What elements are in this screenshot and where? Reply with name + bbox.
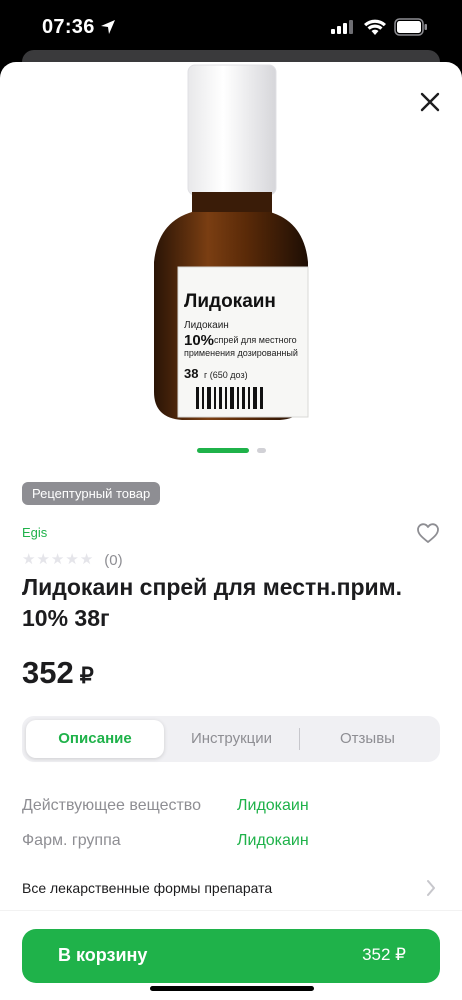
cellular-signal-icon bbox=[331, 20, 353, 34]
star-icon: ★ bbox=[65, 551, 79, 568]
status-time: 07:36 bbox=[42, 16, 95, 38]
all-forms-label: Все лекарственные формы препарата bbox=[22, 880, 273, 896]
rating[interactable]: ★ ★ ★ ★ ★ (0) bbox=[22, 551, 123, 569]
star-icon: ★ bbox=[50, 551, 65, 568]
property-value-link[interactable]: Лидокаин bbox=[237, 797, 309, 815]
bottle-label-line2: спрей для местного bbox=[214, 335, 297, 345]
location-arrow-icon bbox=[101, 20, 115, 34]
bottle-label-percent: 10% bbox=[184, 332, 214, 349]
home-indicator[interactable] bbox=[150, 986, 314, 991]
star-icon: ★ bbox=[22, 551, 36, 568]
star-icon: ★ bbox=[36, 551, 50, 568]
tab-reviews[interactable]: Отзывы bbox=[299, 720, 436, 758]
price-value: 352 bbox=[22, 655, 74, 690]
all-forms-link[interactable]: Все лекарственные формы препарата bbox=[22, 872, 440, 908]
chevron-right-icon bbox=[427, 880, 435, 896]
property-label: Фарм. группа bbox=[22, 832, 121, 849]
product-sheet: Лидокаин Лидокаин 10% спрей для местного… bbox=[0, 62, 462, 1000]
pager-dot-active[interactable] bbox=[197, 448, 249, 453]
bottle-label-title: Лидокаин bbox=[184, 291, 276, 312]
bottle-label-weight-unit: г (650 доз) bbox=[204, 370, 248, 380]
pager-dot[interactable] bbox=[257, 448, 266, 453]
product-image[interactable]: Лидокаин Лидокаин 10% спрей для местного… bbox=[148, 62, 314, 432]
add-to-cart-price: 352 ₽ bbox=[362, 945, 406, 964]
tab-description[interactable]: Описание bbox=[26, 720, 164, 758]
bottle-label-weight: 38 bbox=[184, 366, 198, 381]
bottle-label-line1: Лидокаин bbox=[184, 320, 229, 331]
property-label: Действующее вещество bbox=[22, 797, 202, 814]
close-icon[interactable] bbox=[416, 88, 444, 116]
prescription-badge: Рецептурный товар bbox=[22, 482, 161, 505]
tab-bar: Описание Инструкции Отзывы bbox=[22, 716, 440, 762]
image-pager bbox=[0, 448, 462, 454]
property-pharm-group: Фарм. группа Лидокаин bbox=[22, 832, 440, 854]
status-bar: 07:36 bbox=[0, 0, 462, 56]
product-title: Лидокаин спрей для местн.прим. 10% 38г bbox=[22, 574, 403, 631]
property-value-link[interactable]: Лидокаин bbox=[237, 832, 309, 850]
tab-instructions[interactable]: Инструкции bbox=[164, 720, 299, 758]
price-currency: ₽ bbox=[79, 663, 94, 688]
property-active-substance: Действующее вещество Лидокаин bbox=[22, 797, 440, 819]
add-to-cart-label: В корзину bbox=[58, 945, 148, 965]
bottle-label-line3: применения дозированный bbox=[184, 348, 298, 358]
wifi-icon bbox=[364, 19, 386, 35]
brand-link[interactable]: Egis bbox=[22, 525, 47, 540]
add-to-cart-button[interactable]: В корзину 352 ₽ bbox=[22, 929, 440, 983]
heart-icon[interactable] bbox=[416, 522, 440, 544]
battery-icon bbox=[394, 18, 427, 36]
rating-count: (0) bbox=[104, 551, 123, 569]
star-icon: ★ bbox=[79, 551, 94, 568]
product-price: 352 ₽ bbox=[22, 655, 94, 691]
